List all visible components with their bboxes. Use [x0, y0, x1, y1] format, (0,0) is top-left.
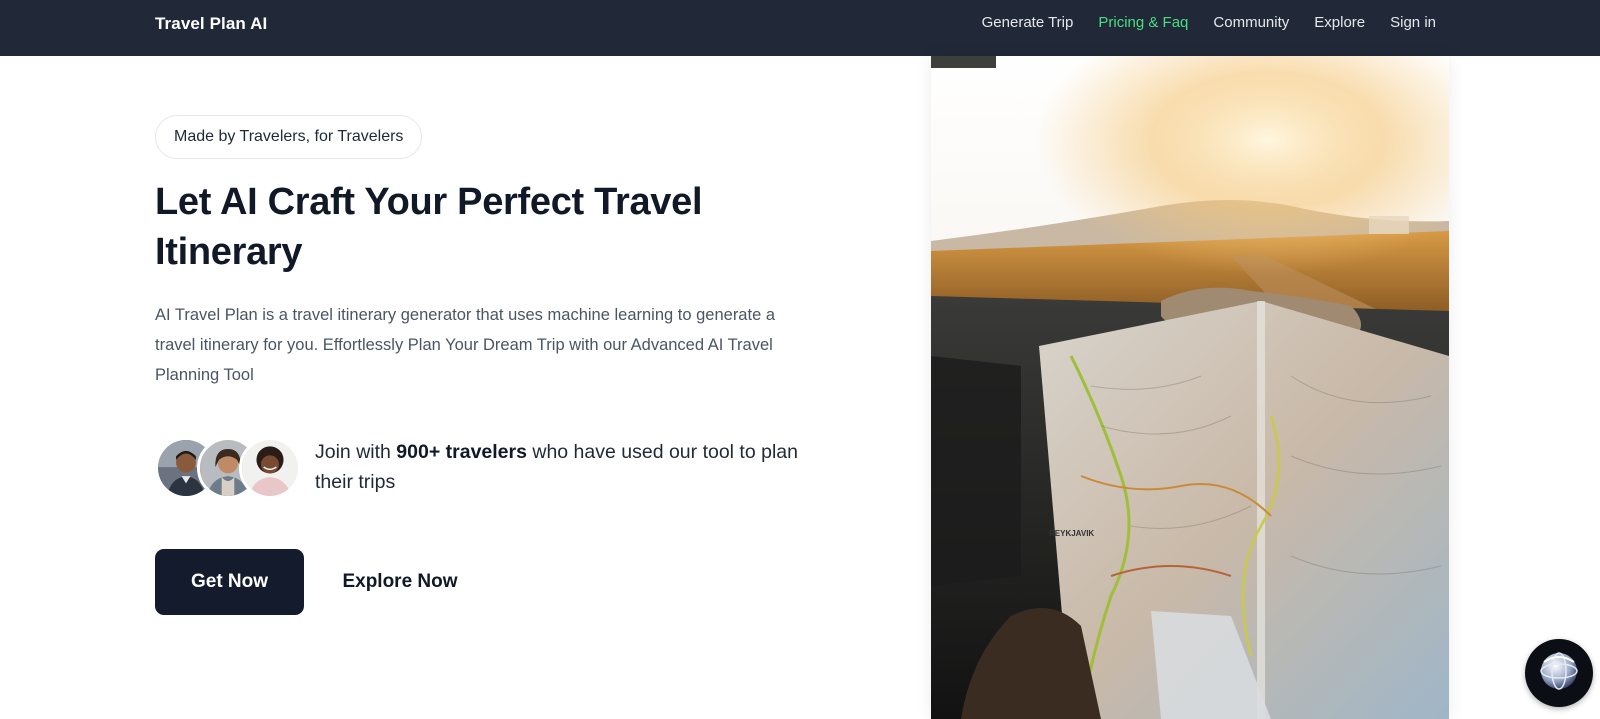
hero-headline: Let AI Craft Your Perfect Travel Itinera… — [155, 181, 703, 273]
nav-link-explore[interactable]: Explore — [1314, 14, 1365, 31]
avatar-group — [155, 437, 301, 499]
nav-link-pricing-faq[interactable]: Pricing & Faq — [1098, 14, 1188, 31]
brand-logo[interactable]: Travel Plan AI — [155, 14, 267, 34]
avatar — [239, 437, 301, 499]
traveler-count: 900+ travelers — [396, 441, 527, 463]
get-now-button[interactable]: Get Now — [155, 549, 304, 615]
hero-description: AI Travel Plan is a travel itinerary gen… — [155, 306, 776, 384]
nav-link-community[interactable]: Community — [1213, 14, 1289, 31]
hero-image-map-on-dashboard: REYKJAVIK — [931, 56, 1449, 719]
explore-now-button[interactable]: Explore Now — [330, 549, 470, 615]
top-navbar: Travel Plan AI Generate Trip Pricing & F… — [0, 0, 1600, 56]
globe-icon — [1536, 648, 1582, 699]
chat-assistant-button[interactable] — [1525, 639, 1593, 707]
social-proof-text: Join with 900+ travelers who have used o… — [315, 441, 798, 493]
svg-text:REYKJAVIK: REYKJAVIK — [1049, 529, 1094, 538]
nav-link-sign-in[interactable]: Sign in — [1390, 14, 1436, 31]
social-proof: Join with 900+ travelers who have used o… — [155, 437, 805, 499]
nav-link-generate-trip[interactable]: Generate Trip — [982, 14, 1074, 31]
tagline-badge: Made by Travelers, for Travelers — [155, 115, 423, 159]
nav-links: Generate Trip Pricing & Faq Community Ex… — [982, 14, 1436, 31]
